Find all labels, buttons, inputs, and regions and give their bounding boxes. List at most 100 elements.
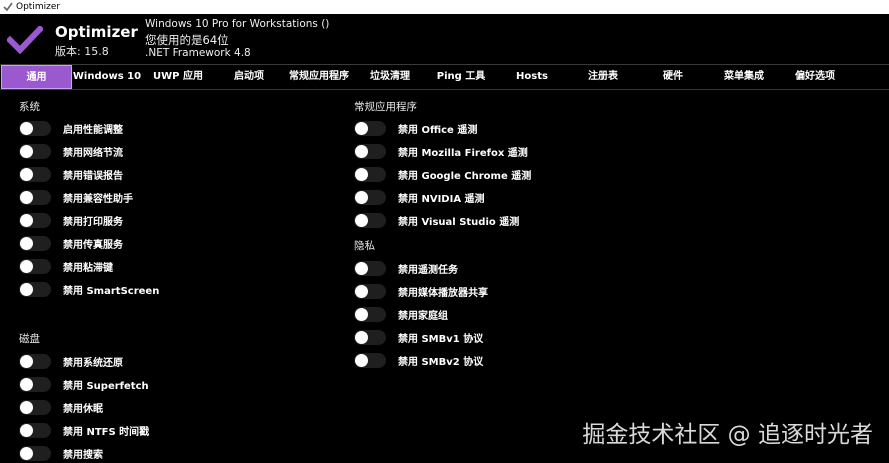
option-label: 禁用休眠 [63,403,103,415]
tab-bar: 通用 Windows 10 UWP 应用 启动项 常规应用程序 垃圾清理 Pin… [0,64,889,90]
option-smartscreen[interactable]: 禁用 SmartScreen [19,281,159,297]
section-title-disk: 磁盘 [19,333,40,345]
option-ntfs-timestamp[interactable]: 禁用 NTFS 时间戳 [19,422,149,438]
option-label: 禁用家庭组 [398,310,448,322]
option-label: 禁用 NTFS 时间戳 [63,426,150,438]
option-label: 禁用搜索 [63,449,103,461]
option-print-service[interactable]: 禁用打印服务 [19,212,123,228]
toggle-knob [20,282,33,296]
option-network-throttling[interactable]: 禁用网络节流 [19,143,123,159]
toggle-knob [20,236,33,250]
option-search[interactable]: 禁用搜索 [19,445,103,461]
toggle-switch[interactable] [19,422,51,438]
tab-uwp[interactable]: UWP 应用 [142,65,214,89]
tab-registry[interactable]: 注册表 [568,65,638,89]
app-name: Optimizer [55,23,138,41]
toggle-knob [355,167,368,181]
tab-ping[interactable]: Ping 工具 [426,65,496,89]
window-title: Optimizer [16,2,61,12]
toggle-switch[interactable] [354,189,386,205]
toggle-knob [20,167,33,181]
option-label: 禁用系统还原 [63,357,123,369]
option-telemetry-tasks[interactable]: 禁用遥测任务 [354,260,458,276]
toggle-switch[interactable] [354,352,386,368]
section-title-privacy: 隐私 [354,240,375,252]
option-homegroup[interactable]: 禁用家庭组 [354,306,448,322]
option-label: 禁用 Office 遥测 [398,124,478,136]
app-check-icon [3,2,13,12]
toggle-knob [355,121,368,135]
toggle-switch[interactable] [19,120,51,136]
toggle-knob [355,190,368,204]
framework-info: .NET Framework 4.8 [145,47,251,59]
option-label: 禁用网络节流 [63,147,123,159]
tab-hardware[interactable]: 硬件 [638,65,708,89]
option-smbv1[interactable]: 禁用 SMBv1 协议 [354,329,483,345]
option-label: 禁用 Google Chrome 遥测 [398,170,532,182]
tab-cleaner[interactable]: 垃圾清理 [354,65,426,89]
toggle-knob [20,377,33,391]
toggle-switch[interactable] [19,376,51,392]
toggle-switch[interactable] [354,283,386,299]
option-system-restore[interactable]: 禁用系统还原 [19,353,123,369]
option-label: 禁用粘滞键 [63,262,113,274]
option-visual-studio-telemetry[interactable]: 禁用 Visual Studio 遥测 [354,212,519,228]
toggle-knob [20,190,33,204]
option-superfetch[interactable]: 禁用 Superfetch [19,376,149,392]
bitness-info: 您使用的是64位 [145,33,229,47]
toggle-switch[interactable] [19,189,51,205]
toggle-switch[interactable] [19,212,51,228]
tab-hosts[interactable]: Hosts [496,65,568,89]
toggle-switch[interactable] [19,258,51,274]
toggle-switch[interactable] [354,166,386,182]
option-media-player-sharing[interactable]: 禁用媒体播放器共享 [354,283,488,299]
section-title-system: 系统 [19,101,40,113]
toggle-switch[interactable] [354,212,386,228]
option-office-telemetry[interactable]: 禁用 Office 遥测 [354,120,477,136]
option-label: 禁用 SmartScreen [63,285,160,297]
option-label: 禁用传真服务 [63,239,123,251]
toggle-switch[interactable] [19,399,51,415]
option-label: 禁用错误报告 [63,170,123,182]
option-error-reporting[interactable]: 禁用错误报告 [19,166,123,182]
toggle-switch[interactable] [354,260,386,276]
toggle-switch[interactable] [354,120,386,136]
option-hibernate[interactable]: 禁用休眠 [19,399,103,415]
option-label: 禁用 NVIDIA 遥测 [398,193,485,205]
toggle-switch[interactable] [19,166,51,182]
option-fax-service[interactable]: 禁用传真服务 [19,235,123,251]
option-chrome-telemetry[interactable]: 禁用 Google Chrome 遥测 [354,166,531,182]
option-compat-assistant[interactable]: 禁用兼容性助手 [19,189,133,205]
option-label: 禁用媒体播放器共享 [398,287,488,299]
tab-general[interactable]: 通用 [1,65,72,89]
option-label: 禁用 SMBv2 协议 [398,356,484,368]
option-smbv2[interactable]: 禁用 SMBv2 协议 [354,352,483,368]
toggle-switch[interactable] [19,143,51,159]
os-info: Windows 10 Pro for Workstations () [145,18,330,30]
option-label: 禁用 Mozilla Firefox 遥测 [398,147,528,159]
toggle-switch[interactable] [19,353,51,369]
toggle-switch[interactable] [354,329,386,345]
toggle-knob [355,213,368,227]
option-nvidia-telemetry[interactable]: 禁用 NVIDIA 遥测 [354,189,485,205]
tab-startup[interactable]: 启动项 [214,65,284,89]
toggle-knob [20,400,33,414]
toggle-switch[interactable] [354,143,386,159]
toggle-switch[interactable] [19,281,51,297]
tab-menu-integration[interactable]: 菜单集成 [708,65,780,89]
app-version: 版本: 15.8 [55,45,109,58]
section-title-common-apps: 常规应用程序 [354,101,417,113]
option-sticky-keys[interactable]: 禁用粘滞键 [19,258,113,274]
tab-common-apps[interactable]: 常规应用程序 [284,65,354,89]
window-titlebar: Optimizer [0,0,889,14]
option-performance-tweaks[interactable]: 启用性能调整 [19,120,123,136]
option-label: 禁用遥测任务 [398,264,458,276]
tab-preferences[interactable]: 偏好选项 [780,65,850,89]
toggle-switch[interactable] [19,445,51,461]
toggle-switch[interactable] [354,306,386,322]
toggle-switch[interactable] [19,235,51,251]
tab-windows10[interactable]: Windows 10 [72,65,142,89]
toggle-knob [355,353,368,367]
option-firefox-telemetry[interactable]: 禁用 Mozilla Firefox 遥测 [354,143,528,159]
option-label: 禁用 Superfetch [63,380,149,392]
